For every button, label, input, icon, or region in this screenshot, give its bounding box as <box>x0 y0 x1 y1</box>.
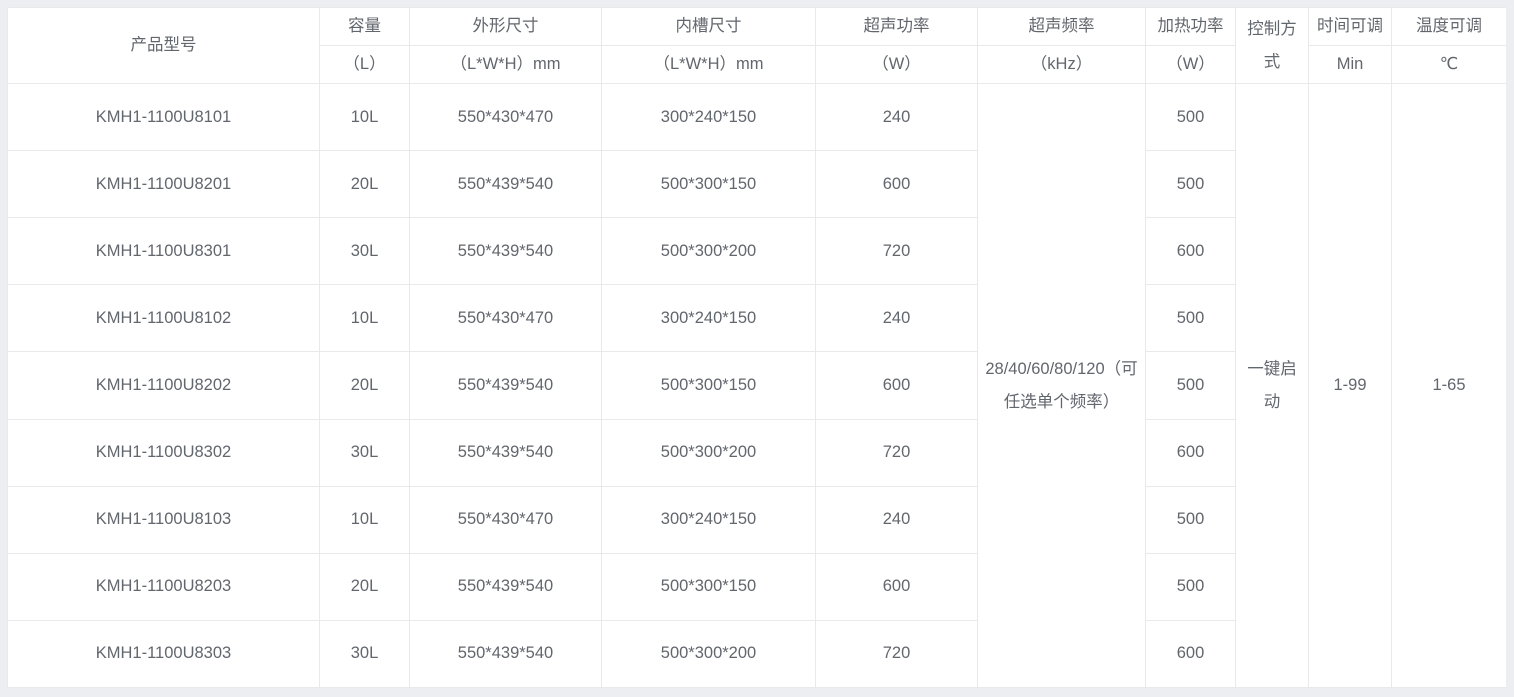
page-container: 产品型号 容量 外形尺寸 内槽尺寸 超声功率 超声频率 加热功率 控制方式 时间… <box>0 0 1514 697</box>
cell-inner-tank-dimensions: 300*240*150 <box>601 284 816 353</box>
cell-capacity: 30L <box>319 418 410 487</box>
header-row-title: 产品型号 容量 外形尺寸 内槽尺寸 超声功率 超声频率 加热功率 控制方式 时间… <box>7 7 1506 84</box>
col-header-ultrasonic-power: 超声功率 <box>815 7 978 46</box>
cell-temperature-range: 1-65 <box>1391 83 1506 688</box>
unit-header-time-adjustable: Min <box>1308 45 1392 84</box>
cell-heating-power: 500 <box>1145 485 1236 554</box>
cell-ultrasonic-power: 720 <box>815 217 978 286</box>
cell-capacity: 10L <box>319 82 410 152</box>
cell-inner-tank-dimensions: 300*240*150 <box>601 82 816 152</box>
cell-capacity: 20L <box>319 150 410 219</box>
col-header-control-mode: 控制方式 <box>1235 7 1309 84</box>
cell-heating-power: 500 <box>1145 552 1236 621</box>
unit-header-temperature-adjustable: ℃ <box>1391 45 1506 84</box>
cell-product-model: KMH1-1100U8102 <box>7 284 320 353</box>
cell-outer-dimensions: 550*439*540 <box>409 552 602 621</box>
unit-header-inner-tank-dimensions: （L*W*H）mm <box>601 45 816 84</box>
cell-product-model: KMH1-1100U8201 <box>7 150 320 219</box>
cell-product-model: KMH1-1100U8303 <box>7 619 320 688</box>
cell-inner-tank-dimensions: 500*300*200 <box>601 217 816 286</box>
cell-heating-power: 500 <box>1145 150 1236 219</box>
cell-product-model: KMH1-1100U8302 <box>7 418 320 487</box>
cell-heating-power: 600 <box>1145 217 1236 286</box>
col-header-capacity: 容量 <box>319 7 410 46</box>
cell-ultrasonic-frequency: 28/40/60/80/120（可任选单个频率） <box>977 83 1146 688</box>
col-header-inner-tank-dimensions: 内槽尺寸 <box>601 7 816 46</box>
cell-capacity: 10L <box>319 284 410 353</box>
cell-inner-tank-dimensions: 500*300*150 <box>601 150 816 219</box>
col-header-time-adjustable: 时间可调 <box>1308 7 1392 46</box>
cell-heating-power: 500 <box>1145 82 1236 152</box>
cell-ultrasonic-power: 240 <box>815 485 978 554</box>
cell-inner-tank-dimensions: 300*240*150 <box>601 485 816 554</box>
cell-inner-tank-dimensions: 500*300*200 <box>601 418 816 487</box>
cell-capacity: 20L <box>319 351 410 420</box>
cell-outer-dimensions: 550*430*470 <box>409 284 602 353</box>
product-specification-table: 产品型号 容量 外形尺寸 内槽尺寸 超声功率 超声频率 加热功率 控制方式 时间… <box>7 7 1506 688</box>
unit-header-capacity: （L） <box>319 45 410 84</box>
cell-inner-tank-dimensions: 500*300*150 <box>601 552 816 621</box>
table-body: KMH1-1100U8101 10L 550*430*470 300*240*150 2… <box>7 82 1506 688</box>
cell-outer-dimensions: 550*439*540 <box>409 217 602 286</box>
unit-header-outer-dimensions: （L*W*H）mm <box>409 45 602 84</box>
cell-ultrasonic-power: 720 <box>815 619 978 688</box>
unit-header-ultrasonic-frequency: （kHz） <box>977 45 1146 84</box>
cell-outer-dimensions: 550*439*540 <box>409 619 602 688</box>
cell-capacity: 20L <box>319 552 410 621</box>
cell-ultrasonic-power: 600 <box>815 150 978 219</box>
cell-outer-dimensions: 550*439*540 <box>409 150 602 219</box>
col-header-product-model: 产品型号 <box>7 7 320 84</box>
cell-ultrasonic-power: 720 <box>815 418 978 487</box>
col-header-outer-dimensions: 外形尺寸 <box>409 7 602 46</box>
cell-product-model: KMH1-1100U8301 <box>7 217 320 286</box>
col-header-temperature-adjustable: 温度可调 <box>1391 7 1506 46</box>
cell-outer-dimensions: 550*430*470 <box>409 485 602 554</box>
table-row: KMH1-1100U8101 10L 550*430*470 300*240*150 2… <box>7 82 1506 688</box>
cell-ultrasonic-power: 240 <box>815 82 978 152</box>
cell-product-model: KMH1-1100U8103 <box>7 485 320 554</box>
cell-control-mode: 一键启动 <box>1235 83 1309 688</box>
cell-heating-power: 500 <box>1145 284 1236 353</box>
cell-product-model: KMH1-1100U8101 <box>7 82 320 152</box>
cell-outer-dimensions: 550*439*540 <box>409 418 602 487</box>
cell-product-model: KMH1-1100U8203 <box>7 552 320 621</box>
cell-ultrasonic-power: 600 <box>815 351 978 420</box>
unit-header-ultrasonic-power: （W） <box>815 45 978 84</box>
cell-product-model: KMH1-1100U8202 <box>7 351 320 420</box>
cell-inner-tank-dimensions: 500*300*150 <box>601 351 816 420</box>
cell-heating-power: 500 <box>1145 351 1236 420</box>
cell-outer-dimensions: 550*439*540 <box>409 351 602 420</box>
cell-heating-power: 600 <box>1145 619 1236 688</box>
cell-capacity: 30L <box>319 619 410 688</box>
cell-heating-power: 600 <box>1145 418 1236 487</box>
cell-capacity: 10L <box>319 485 410 554</box>
cell-outer-dimensions: 550*430*470 <box>409 82 602 152</box>
col-header-ultrasonic-frequency: 超声频率 <box>977 7 1146 46</box>
cell-ultrasonic-power: 240 <box>815 284 978 353</box>
unit-header-heating-power: （W） <box>1145 45 1236 84</box>
col-header-heating-power: 加热功率 <box>1145 7 1236 46</box>
table-header: 产品型号 容量 外形尺寸 内槽尺寸 超声功率 超声频率 加热功率 控制方式 时间… <box>7 7 1506 84</box>
spec-table-wrapper: 产品型号 容量 外形尺寸 内槽尺寸 超声功率 超声频率 加热功率 控制方式 时间… <box>7 7 1506 688</box>
cell-time-range: 1-99 <box>1308 83 1392 688</box>
cell-inner-tank-dimensions: 500*300*200 <box>601 619 816 688</box>
cell-ultrasonic-power: 600 <box>815 552 978 621</box>
cell-capacity: 30L <box>319 217 410 286</box>
